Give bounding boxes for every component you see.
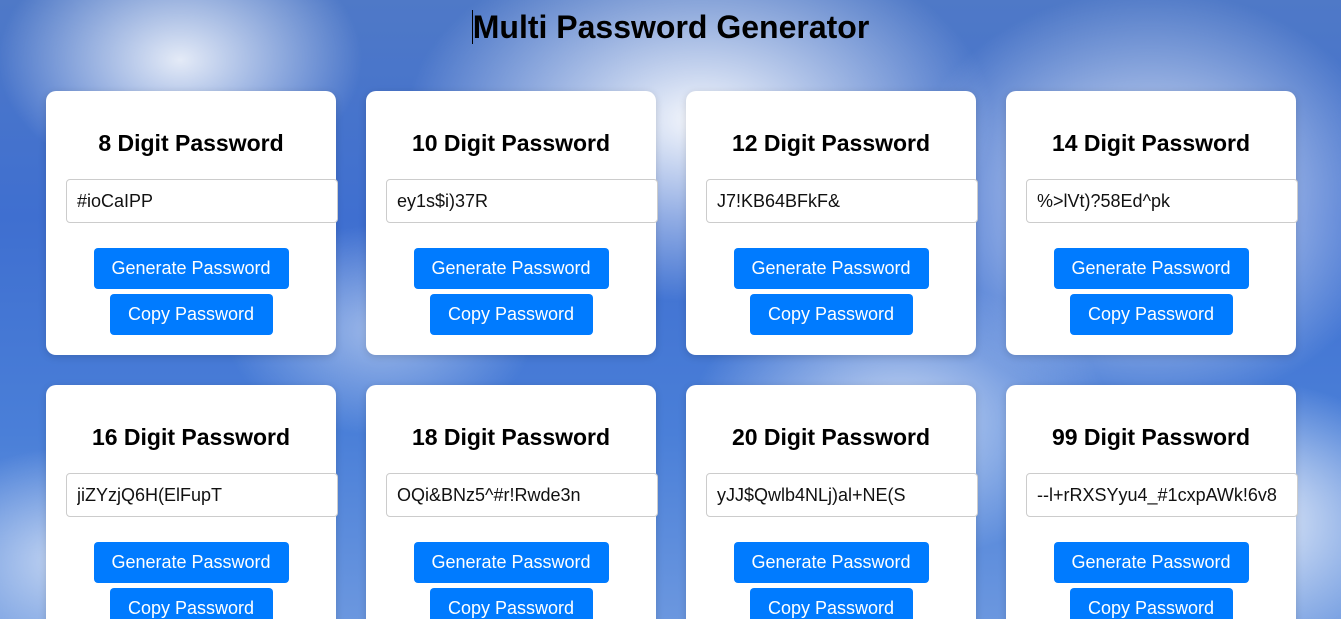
card-title: 99 Digit Password	[1051, 424, 1251, 450]
password-card-18: 18 Digit Password Generate Password Copy…	[366, 385, 658, 619]
password-field-18[interactable]	[386, 473, 658, 517]
password-field-99[interactable]	[1026, 473, 1298, 517]
copy-password-button-8[interactable]: Copy Password	[109, 294, 273, 335]
card-title: 8 Digit Password	[98, 130, 284, 156]
generate-password-button-12[interactable]: Generate Password	[733, 248, 929, 289]
page-title: Multi Password Generator	[0, 8, 1341, 46]
card-title: 12 Digit Password	[731, 130, 931, 156]
generate-password-button-99[interactable]: Generate Password	[1053, 542, 1249, 583]
password-card-8: 8 Digit Password Generate Password Copy …	[46, 91, 338, 355]
copy-password-button-16[interactable]: Copy Password	[109, 588, 273, 619]
password-card-20: 20 Digit Password Generate Password Copy…	[686, 385, 978, 619]
copy-password-button-20[interactable]: Copy Password	[749, 588, 913, 619]
password-card-grid: 8 Digit Password Generate Password Copy …	[46, 91, 1298, 619]
card-title: 18 Digit Password	[411, 424, 611, 450]
generate-password-button-8[interactable]: Generate Password	[93, 248, 289, 289]
generate-password-button-16[interactable]: Generate Password	[93, 542, 289, 583]
password-field-8[interactable]	[66, 179, 338, 223]
password-field-20[interactable]	[706, 473, 978, 517]
password-card-16: 16 Digit Password Generate Password Copy…	[46, 385, 338, 619]
card-title: 20 Digit Password	[731, 424, 931, 450]
password-card-12: 12 Digit Password Generate Password Copy…	[686, 91, 978, 355]
page-title-text: Multi Password Generator	[472, 9, 870, 45]
generate-password-button-14[interactable]: Generate Password	[1053, 248, 1249, 289]
card-title: 14 Digit Password	[1051, 130, 1251, 156]
password-card-10: 10 Digit Password Generate Password Copy…	[366, 91, 658, 355]
password-card-99: 99 Digit Password Generate Password Copy…	[1006, 385, 1298, 619]
password-card-14: 14 Digit Password Generate Password Copy…	[1006, 91, 1298, 355]
copy-password-button-12[interactable]: Copy Password	[749, 294, 913, 335]
password-field-12[interactable]	[706, 179, 978, 223]
copy-password-button-99[interactable]: Copy Password	[1069, 588, 1233, 619]
password-field-14[interactable]	[1026, 179, 1298, 223]
password-field-10[interactable]	[386, 179, 658, 223]
generate-password-button-18[interactable]: Generate Password	[413, 542, 609, 583]
generate-password-button-10[interactable]: Generate Password	[413, 248, 609, 289]
card-title: 10 Digit Password	[411, 130, 611, 156]
copy-password-button-14[interactable]: Copy Password	[1069, 294, 1233, 335]
copy-password-button-18[interactable]: Copy Password	[429, 588, 593, 619]
generate-password-button-20[interactable]: Generate Password	[733, 542, 929, 583]
password-field-16[interactable]	[66, 473, 338, 517]
copy-password-button-10[interactable]: Copy Password	[429, 294, 593, 335]
card-title: 16 Digit Password	[91, 424, 291, 450]
